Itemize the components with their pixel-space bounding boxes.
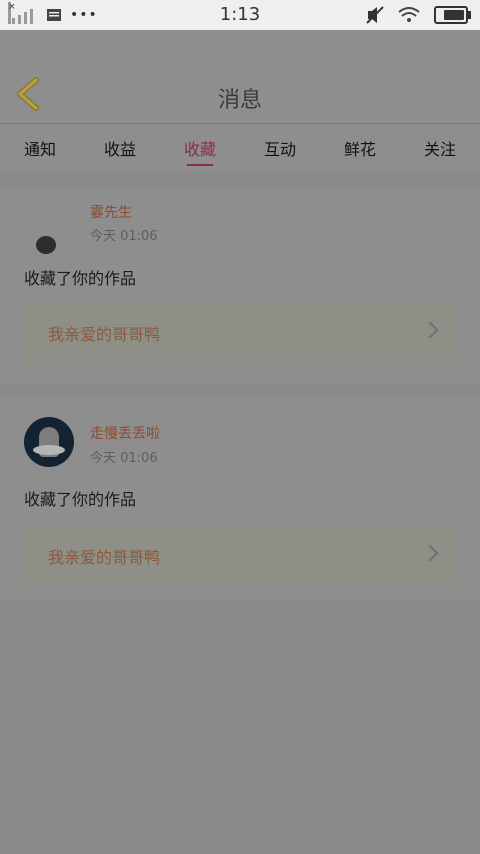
work-link[interactable]: 我亲爱的哥哥鸭 — [24, 526, 458, 586]
action-text: 收藏了你的作品 — [24, 269, 137, 288]
page-header: 消息 — [0, 30, 480, 124]
tab-flowers[interactable]: 鲜花 — [320, 124, 400, 170]
tab-interactions[interactable]: 互动 — [240, 124, 320, 170]
avatar[interactable] — [24, 206, 74, 256]
tab-bar: 通知 收益 收藏 互动 鲜花 关注 — [0, 124, 480, 170]
username[interactable]: 霎先生 — [90, 202, 132, 222]
tab-favorites[interactable]: 收藏 — [160, 124, 240, 170]
chevron-right-icon — [421, 321, 439, 339]
work-title: 我亲爱的哥哥鸭 — [48, 548, 161, 567]
status-right — [366, 6, 471, 24]
tab-notifications[interactable]: 通知 — [0, 124, 80, 170]
timestamp: 今天 01:06 — [90, 451, 158, 466]
page-title: 消息 — [217, 88, 262, 113]
chevron-right-icon — [421, 544, 439, 562]
avatar[interactable] — [24, 417, 74, 467]
action-text: 收藏了你的作品 — [24, 490, 137, 509]
timestamp: 今天 01:06 — [90, 229, 158, 244]
battery-icon — [434, 6, 471, 24]
tab-earnings[interactable]: 收益 — [80, 124, 160, 170]
work-link[interactable]: 我亲爱的哥哥鸭 — [24, 303, 458, 363]
notification-card: 走慢丢丢啦 今天 01:06 收藏了你的作品 我亲爱的哥哥鸭 — [0, 395, 480, 601]
status-bar: × ••• 1:13 — [0, 0, 480, 30]
tab-following[interactable]: 关注 — [400, 124, 480, 170]
work-title: 我亲爱的哥哥鸭 — [48, 325, 161, 344]
username[interactable]: 走慢丢丢啦 — [90, 423, 160, 443]
mute-icon — [366, 6, 384, 24]
notification-card: 霎先生 今天 01:06 收藏了你的作品 我亲爱的哥哥鸭 — [0, 186, 480, 383]
wifi-icon — [398, 7, 420, 22]
